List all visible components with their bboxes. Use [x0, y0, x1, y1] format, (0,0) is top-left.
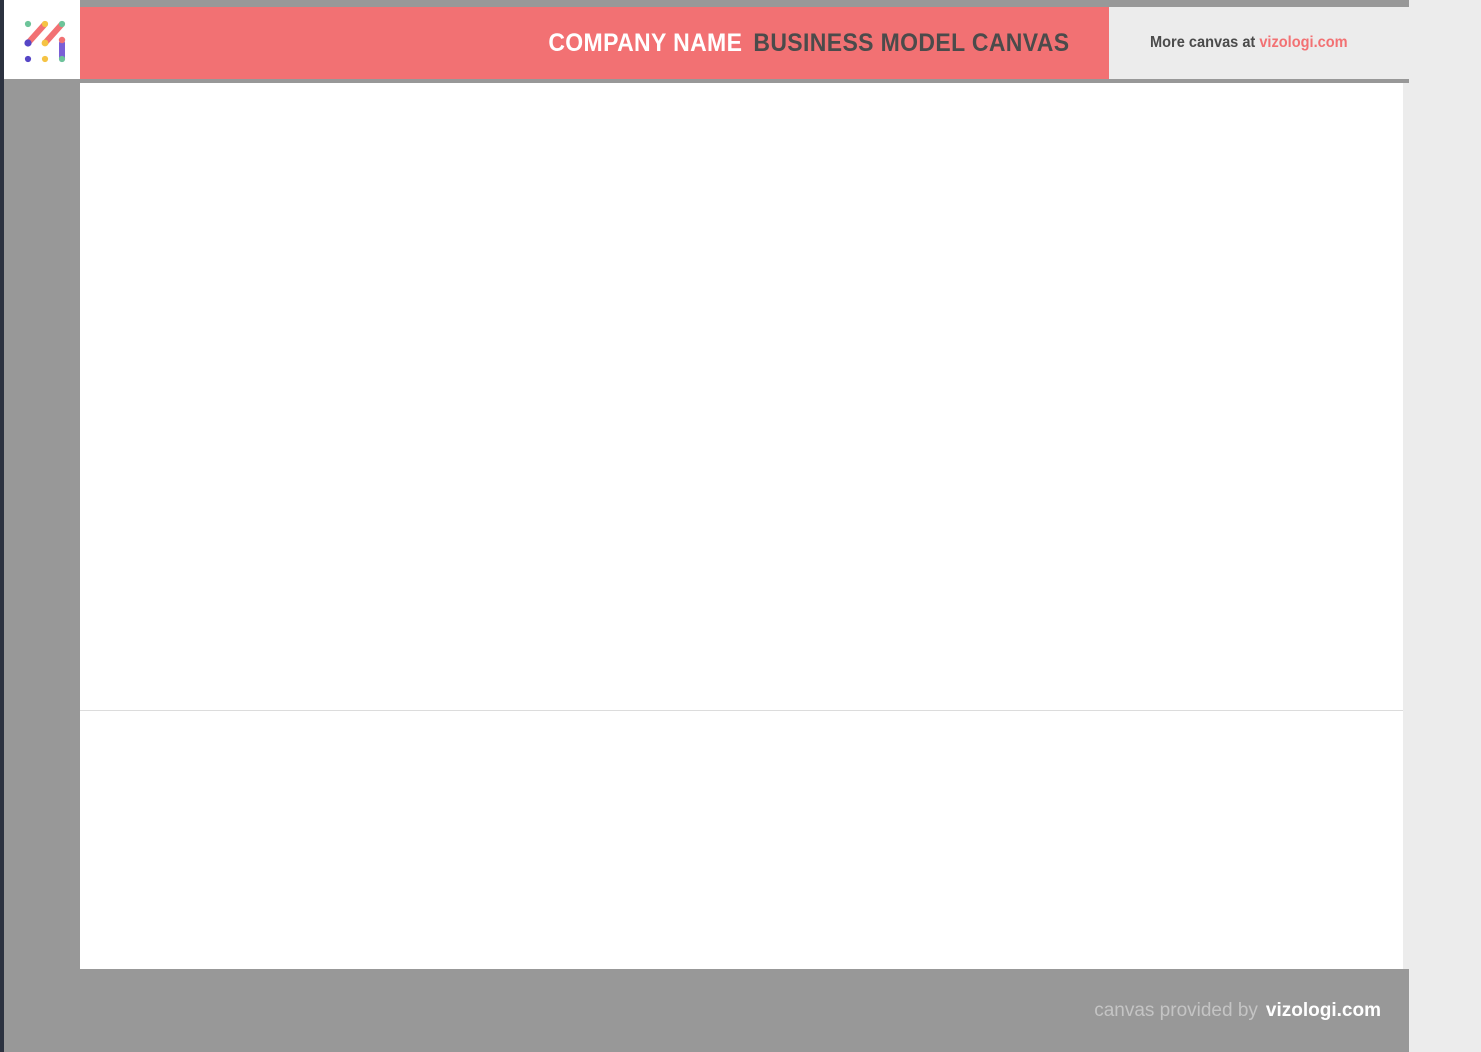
header-bar: COMPANY NAME BUSINESS MODEL CANVAS: [80, 7, 1109, 79]
business-model-canvas: [80, 83, 1403, 969]
footer-bar: canvas provided by vizologi.com: [0, 969, 1409, 1052]
vizologi-link[interactable]: vizologi.com: [1259, 34, 1347, 51]
vizologi-logo[interactable]: [12, 10, 72, 70]
footer-credit: canvas provided by vizologi.com: [1094, 1000, 1381, 1022]
footer-provided-label: canvas provided by: [1094, 999, 1258, 1021]
attribution-sidebar: DESIGNED BY: Business Model Foundry AG T…: [1409, 0, 1481, 1052]
left-edge-strip: [0, 0, 4, 1052]
bottom-row-divider: [80, 710, 1403, 711]
page-title: COMPANY NAME BUSINESS MODEL CANVAS: [548, 29, 1069, 58]
more-canvas-label: More canvas at: [1150, 34, 1256, 51]
company-name-text: COMPANY NAME: [547, 28, 742, 57]
canvas-title-text: BUSINESS MODEL CANVAS: [752, 28, 1069, 57]
footer-brand-link[interactable]: vizologi.com: [1266, 1000, 1381, 1021]
more-canvas-note: More canvas at vizologi.com: [1150, 34, 1348, 52]
